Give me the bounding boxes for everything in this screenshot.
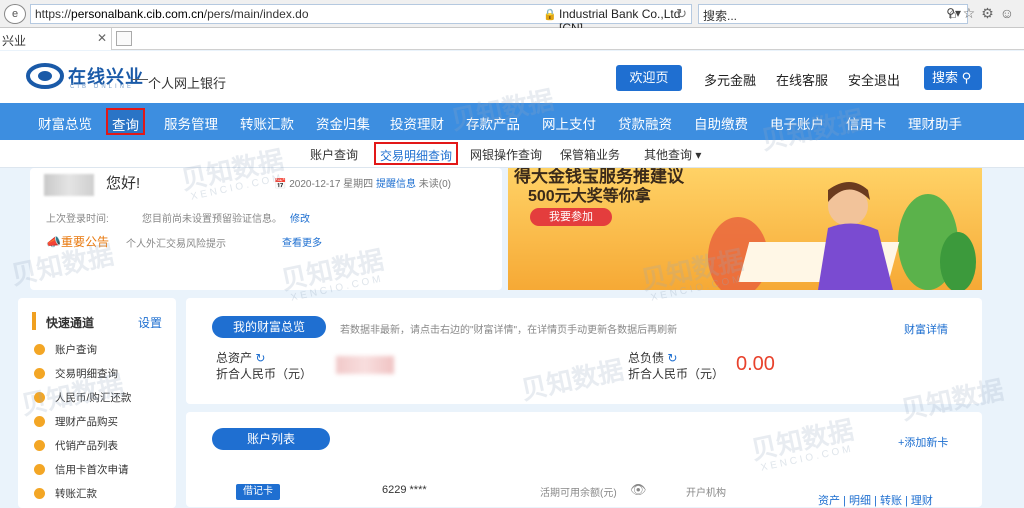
last-login-label: 上次登录时间: bbox=[46, 214, 109, 225]
quick-link[interactable]: 转账汇款 bbox=[34, 486, 97, 501]
assets-label: 总资产 ↻ bbox=[216, 351, 266, 365]
nav-item-deposit[interactable]: 存款产品 bbox=[466, 113, 520, 133]
debt-value: 0.00 bbox=[736, 353, 775, 375]
assets-value-blurred bbox=[336, 356, 394, 374]
header-link-finance[interactable]: 多元金融 bbox=[704, 70, 756, 89]
promo-banner[interactable]: 得大金钱宝服务推建议 500元大奖等你拿 我要参加 bbox=[508, 168, 982, 290]
nav-item-transfer[interactable]: 转账汇款 bbox=[240, 113, 294, 133]
quick-links-title: 快速通道 bbox=[46, 316, 95, 330]
quick-link[interactable]: 信用卡首次申请 bbox=[34, 462, 129, 477]
account-actions[interactable]: 资产 | 明细 | 转账 | 理财 bbox=[818, 492, 933, 508]
nav-item-wealth[interactable]: 财富总览 bbox=[38, 113, 92, 133]
site-tagline: 个人网上银行 bbox=[148, 76, 227, 91]
welcome-button[interactable]: 欢迎页 bbox=[616, 65, 682, 91]
new-tab-icon[interactable] bbox=[116, 31, 132, 46]
reminder-link[interactable]: 提醒信息 bbox=[376, 179, 416, 190]
search-icon: ⚲ bbox=[961, 70, 972, 85]
nav-item-pay[interactable]: 网上支付 bbox=[542, 113, 596, 133]
subnav-item-safe[interactable]: 保管箱业务 bbox=[560, 146, 620, 163]
refresh-icon[interactable]: ↻ bbox=[676, 6, 687, 22]
nav-item-credit[interactable]: 信用卡 bbox=[846, 113, 887, 133]
greeting-text: 您好! bbox=[106, 175, 141, 192]
debt-sub: 折合人民币（元） bbox=[628, 367, 725, 381]
notice-text[interactable]: 个人外汇交易风险提示 bbox=[126, 235, 226, 250]
browser-tab-bar: 兴业 ✕ bbox=[0, 28, 1024, 50]
main-nav: 财富总览 查询 服务管理 转账汇款 资金归集 投资理财 存款产品 网上支付 贷款… bbox=[0, 103, 1024, 140]
nav-item-loan[interactable]: 贷款融资 bbox=[618, 113, 672, 133]
refresh-icon[interactable]: ↻ bbox=[255, 351, 265, 365]
megaphone-icon: 📣 bbox=[46, 235, 61, 249]
nav-item-service[interactable]: 服务管理 bbox=[164, 113, 218, 133]
subnav-item-account[interactable]: 账户查询 bbox=[310, 146, 358, 163]
account-list-tag: 账户列表 bbox=[212, 428, 330, 450]
logo-divider bbox=[132, 79, 148, 80]
browser-search-input[interactable]: 搜索... ⚲▾ bbox=[698, 4, 968, 24]
nav-item-query[interactable]: 查询 bbox=[106, 108, 145, 135]
greeting-card: 您好! 📅 2020-12-17 星期四 提醒信息 未读(0) 上次登录时间: … bbox=[30, 168, 502, 290]
search-button[interactable]: 搜索 ⚲ bbox=[924, 66, 982, 90]
modify-link[interactable]: 修改 bbox=[290, 210, 310, 225]
browser-address-bar: e https://personalbank.cib.com.cn/pers/m… bbox=[0, 0, 1024, 35]
url-text: https://personalbank.cib.com.cn/pers/mai… bbox=[35, 7, 309, 21]
refresh-icon[interactable]: ↻ bbox=[667, 351, 677, 365]
banner-line2: 500元大奖等你拿 bbox=[528, 188, 651, 205]
cib-logo-icon bbox=[26, 63, 64, 89]
nav-item-assistant[interactable]: 理财助手 bbox=[908, 113, 962, 133]
nav-item-invest[interactable]: 投资理财 bbox=[390, 113, 444, 133]
close-icon[interactable]: ✕ bbox=[97, 31, 107, 45]
nav-item-bill[interactable]: 自助缴费 bbox=[694, 113, 748, 133]
subnav-item-ops[interactable]: 网银操作查询 bbox=[470, 146, 542, 163]
quick-link[interactable]: 代销产品列表 bbox=[34, 438, 118, 453]
notice-label: 📣重要公告 bbox=[46, 235, 109, 249]
wealth-overview-panel: 我的财富总览 若数据非最新，请点击右边的"财富详情"，在详情页手动更新各数据后再… bbox=[186, 298, 982, 404]
chevron-down-icon: ▾ bbox=[695, 148, 702, 162]
banner-illustration bbox=[708, 182, 976, 290]
quick-settings-link[interactable]: 设置 bbox=[138, 314, 162, 331]
nav-item-eaccount[interactable]: 电子账户 bbox=[770, 113, 824, 133]
subnav-item-other[interactable]: 其他查询 ▾ bbox=[644, 146, 701, 163]
logo-subtext: CIB ONLINE bbox=[70, 84, 135, 90]
title-accent-bar bbox=[32, 312, 36, 330]
account-list-panel: 账户列表 +添加新卡 借记卡 6229 **** 活期可用余额(元) 👁 开户机… bbox=[186, 412, 982, 507]
quick-link[interactable]: 人民币/购汇还款 bbox=[34, 390, 131, 405]
join-button[interactable]: 我要参加 bbox=[530, 208, 612, 226]
bank-branch-label: 开户机构 bbox=[686, 488, 726, 499]
balance-label: 活期可用余额(元) bbox=[540, 488, 617, 499]
card-type-badge: 借记卡 bbox=[236, 484, 280, 500]
quick-link[interactable]: 理财产品购买 bbox=[34, 414, 118, 429]
sub-nav: 账户查询 交易明细查询 网银操作查询 保管箱业务 其他查询 ▾ bbox=[0, 140, 1024, 168]
browser-toolbar-icons[interactable]: ⌂☆⚙☺ bbox=[948, 5, 1020, 22]
card-number: 6229 **** bbox=[382, 484, 427, 496]
last-login-message: 您目前尚未设置预留验证信息。 bbox=[142, 214, 282, 225]
nav-item-collection[interactable]: 资金归集 bbox=[316, 113, 370, 133]
lock-icon: 🔒 bbox=[543, 9, 557, 21]
browser-tab[interactable]: 兴业 ✕ bbox=[0, 28, 112, 50]
wealth-detail-link[interactable]: 财富详情 bbox=[904, 321, 948, 337]
eye-icon[interactable]: 👁 bbox=[630, 482, 647, 498]
ie-logo-icon[interactable]: e bbox=[4, 4, 26, 24]
quick-link[interactable]: 交易明细查询 bbox=[34, 366, 118, 381]
subnav-item-transactions[interactable]: 交易明细查询 bbox=[374, 142, 459, 165]
quick-link[interactable]: 账户查询 bbox=[34, 342, 97, 357]
username-blurred bbox=[44, 174, 94, 196]
url-field[interactable]: https://personalbank.cib.com.cn/pers/mai… bbox=[30, 4, 692, 35]
header-link-service[interactable]: 在线客服 bbox=[776, 70, 828, 89]
debt-label: 总负债 ↻ bbox=[628, 351, 678, 365]
wealth-note: 若数据非最新，请点击右边的"财富详情"，在详情页手动更新各数据后再刷新 bbox=[340, 325, 678, 336]
view-more-link[interactable]: 查看更多 bbox=[282, 234, 322, 249]
header-link-logout[interactable]: 安全退出 bbox=[848, 70, 900, 89]
assets-sub: 折合人民币（元） bbox=[216, 367, 313, 381]
quick-links-panel: 快速通道 设置 账户查询 交易明细查询 人民币/购汇还款 理财产品购买 代销产品… bbox=[18, 298, 176, 508]
bank-header: 在线兴业 CIB ONLINE 个人网上银行 欢迎页 多元金融 在线客服 安全退… bbox=[0, 51, 1024, 103]
add-card-link[interactable]: +添加新卡 bbox=[898, 434, 948, 450]
wealth-tag: 我的财富总览 bbox=[212, 316, 326, 338]
date-line: 📅 2020-12-17 星期四 提醒信息 未读(0) bbox=[274, 179, 451, 190]
